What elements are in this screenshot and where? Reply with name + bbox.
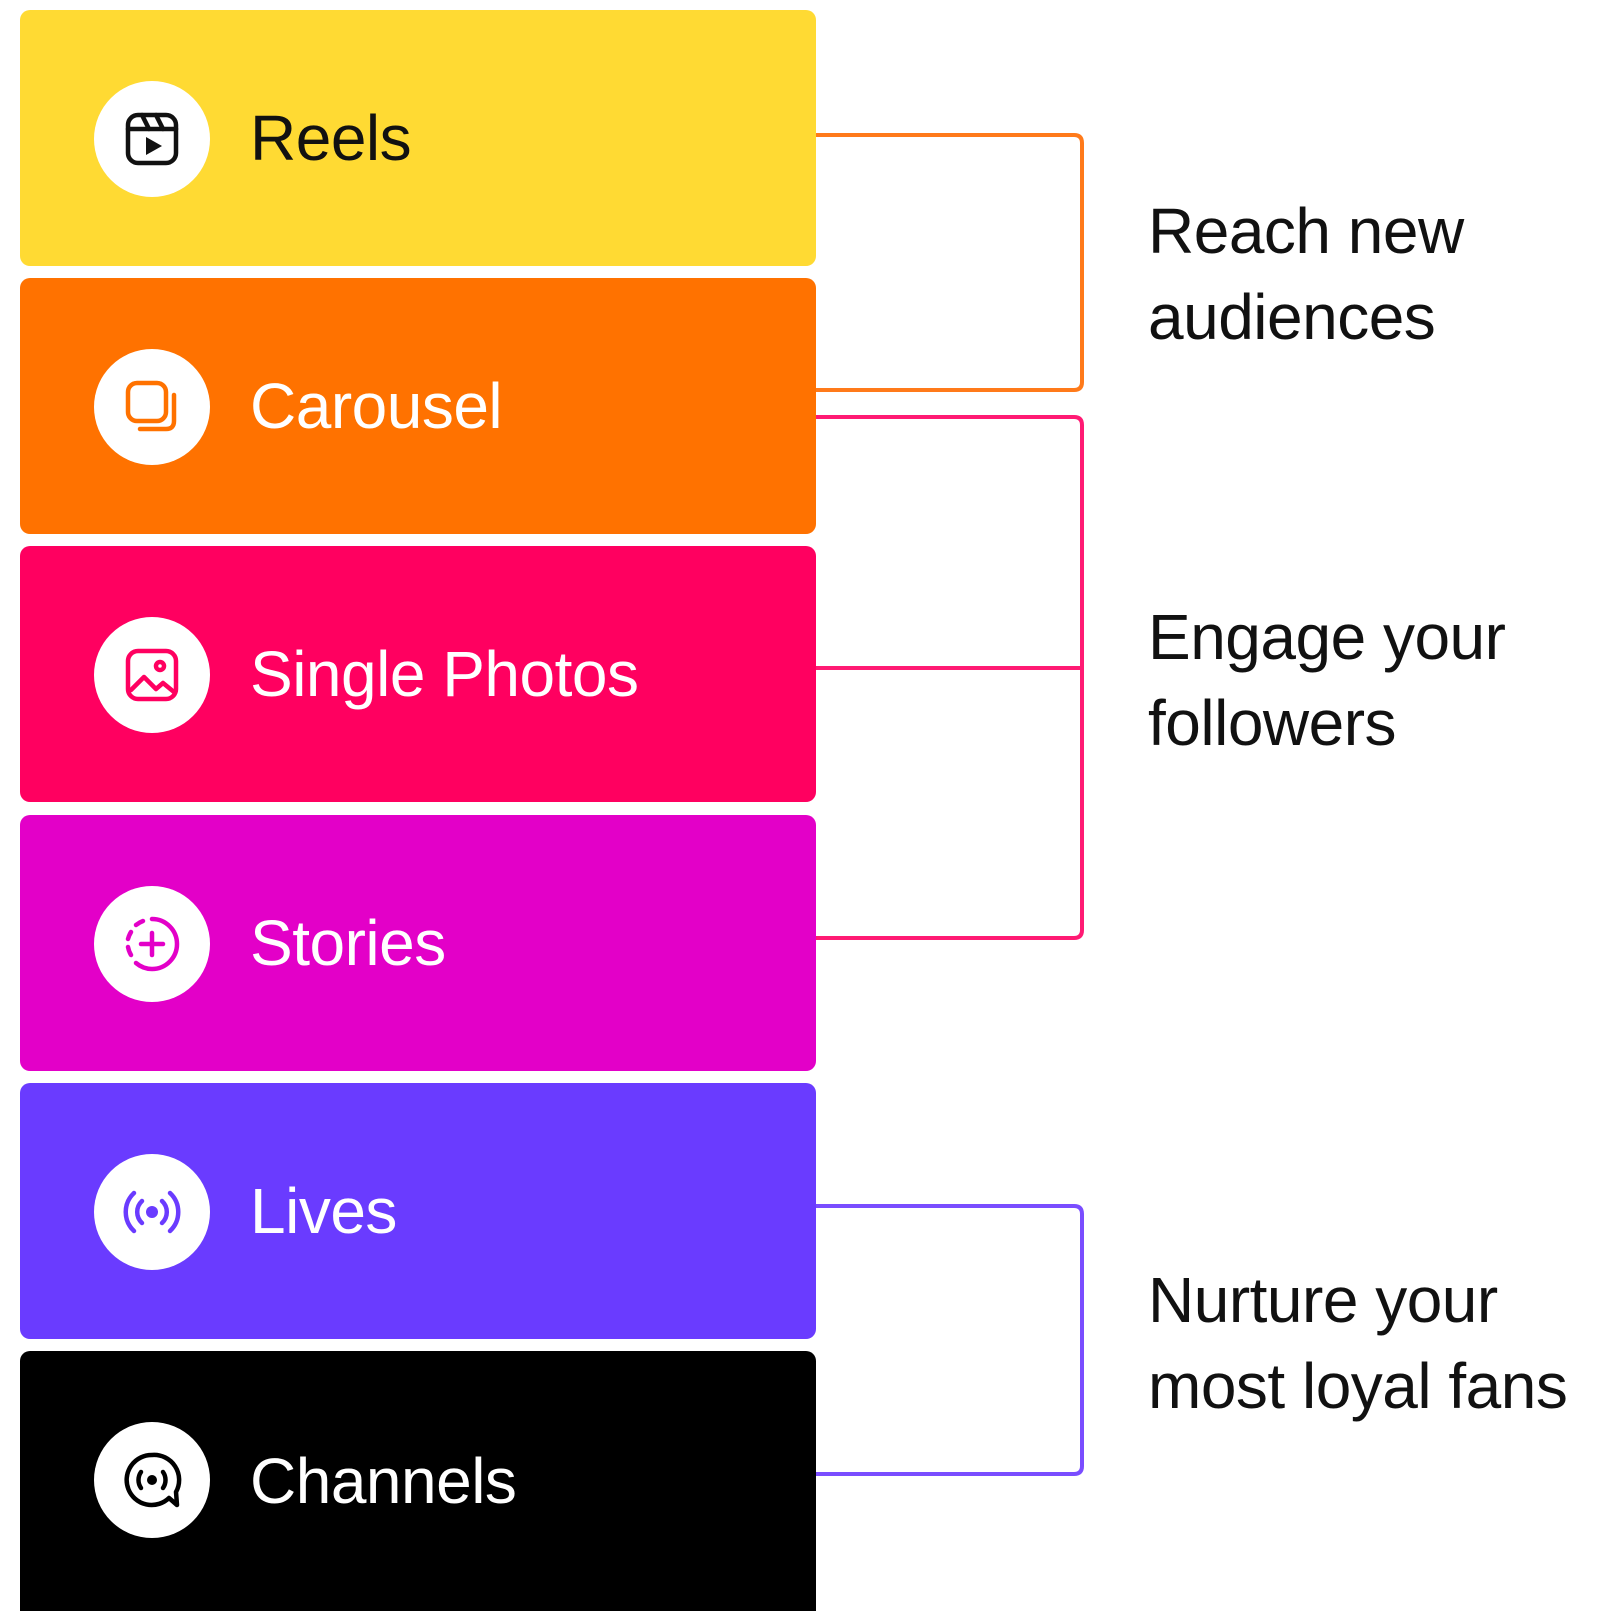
format-label: Single Photos xyxy=(250,638,639,710)
format-bar-single-photos: Single Photos xyxy=(20,546,816,802)
icon-circle xyxy=(94,617,210,733)
format-bar-carousel: Carousel xyxy=(20,278,816,534)
icon-circle xyxy=(94,1154,210,1270)
channels-icon xyxy=(124,1452,182,1508)
outcome-line: audiences xyxy=(1148,281,1436,353)
outcome-line: Nurture your xyxy=(1148,1264,1498,1336)
bracket-reach xyxy=(816,133,1084,392)
format-label: Lives xyxy=(250,1175,397,1247)
outcome-line: most loyal fans xyxy=(1148,1350,1568,1422)
reels-icon xyxy=(125,112,179,166)
icon-circle xyxy=(94,886,210,1002)
story-add-icon xyxy=(125,916,180,972)
bracket-nurture xyxy=(816,1204,1084,1476)
icon-circle xyxy=(94,81,210,197)
outcome-line: Engage your xyxy=(1148,601,1506,673)
format-label: Channels xyxy=(250,1445,517,1517)
format-bar-stories: Stories xyxy=(20,815,816,1071)
carousel-icon xyxy=(125,380,177,432)
format-label: Stories xyxy=(250,907,446,979)
icon-circle xyxy=(94,1422,210,1538)
outcome-engage: Engage your followers xyxy=(1148,594,1506,766)
bracket-engage xyxy=(816,415,1084,940)
icon-circle xyxy=(94,349,210,465)
format-bar-channels: Channels xyxy=(20,1351,816,1611)
format-label: Carousel xyxy=(250,370,503,442)
outcome-line: Reach new xyxy=(1148,195,1464,267)
outcome-reach: Reach new audiences xyxy=(1148,188,1464,360)
photo-icon xyxy=(125,648,179,702)
format-bar-lives: Lives xyxy=(20,1083,816,1339)
format-bar-reels: Reels xyxy=(20,10,816,266)
outcome-line: followers xyxy=(1148,687,1397,759)
live-broadcast-icon xyxy=(123,1190,181,1234)
outcome-nurture: Nurture your most loyal fans xyxy=(1148,1257,1568,1429)
format-label: Reels xyxy=(250,102,412,174)
